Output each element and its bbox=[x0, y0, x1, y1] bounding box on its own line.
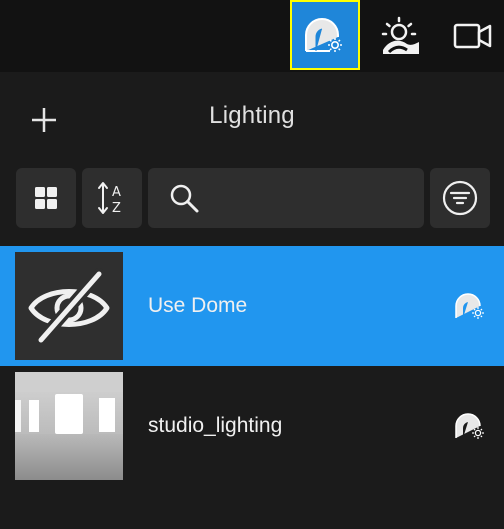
svg-text:A: A bbox=[112, 185, 121, 200]
camera-tab-button[interactable] bbox=[436, 0, 504, 72]
eye-off-icon bbox=[28, 268, 110, 344]
panel-title: Lighting bbox=[209, 102, 295, 129]
sort-az-icon: A Z bbox=[98, 182, 121, 216]
dome-light-icon bbox=[305, 18, 342, 52]
sort-button[interactable]: A Z bbox=[82, 168, 142, 228]
panel-header: Lighting bbox=[0, 72, 504, 168]
thumbnail bbox=[15, 252, 123, 360]
dome-light-icon bbox=[455, 413, 484, 439]
lighting-tab-button[interactable] bbox=[290, 0, 360, 70]
studio-room-image bbox=[15, 372, 123, 480]
filter-icon bbox=[442, 180, 478, 216]
lighting-panel: Lighting A Z Use Dome studio_lighting bbox=[0, 72, 504, 529]
dome-light-icon bbox=[455, 293, 484, 319]
item-label: studio_lighting bbox=[148, 414, 283, 437]
svg-text:Z: Z bbox=[112, 201, 121, 216]
search-icon bbox=[166, 180, 202, 216]
top-toolbar bbox=[0, 0, 504, 72]
landscape-sun-icon bbox=[381, 16, 419, 54]
item-label: Use Dome bbox=[148, 294, 248, 317]
environment-tab-button[interactable] bbox=[364, 0, 438, 72]
grid-view-button[interactable] bbox=[16, 168, 76, 228]
video-camera-icon bbox=[453, 23, 492, 49]
list-item[interactable]: Use Dome bbox=[0, 246, 504, 366]
search-input[interactable] bbox=[210, 178, 414, 220]
list-item[interactable]: studio_lighting bbox=[0, 366, 504, 486]
search-box bbox=[148, 168, 424, 228]
grid-icon bbox=[35, 187, 57, 209]
filter-button[interactable] bbox=[430, 168, 490, 228]
